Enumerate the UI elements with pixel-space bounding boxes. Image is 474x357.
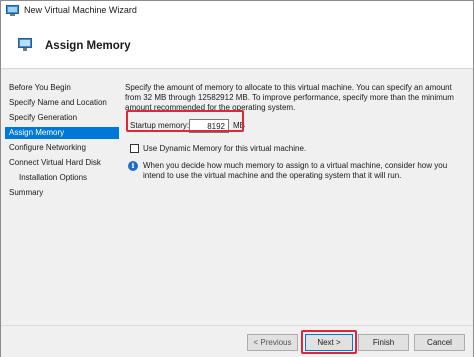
next-button-highlight [301,330,357,354]
title-bar: New Virtual Machine Wizard [1,1,473,21]
nav-item-summary[interactable]: Summary [5,187,119,199]
nav-item-assign-memory[interactable]: Assign Memory [5,127,119,139]
nav-item-connect-virtual-hard-disk[interactable]: Connect Virtual Hard Disk [5,157,119,169]
wizard-body: Before You Begin Specify Name and Locati… [1,69,473,325]
dynamic-memory-label[interactable]: Use Dynamic Memory for this virtual mach… [143,144,306,153]
nav-item-configure-networking[interactable]: Configure Networking [5,142,119,154]
nav-item-specify-name-and-location[interactable]: Specify Name and Location [5,97,119,109]
page-title: Assign Memory [45,40,131,52]
nav-item-before-you-begin[interactable]: Before You Begin [5,82,119,94]
wizard-steps-nav: Before You Begin Specify Name and Locati… [5,77,119,323]
wizard-footer: < Previous Next > Finish Cancel [1,325,473,357]
cancel-button[interactable]: Cancel [414,334,465,351]
hyper-v-monitor-icon [6,5,19,16]
memory-info-text: When you decide how much memory to assig… [143,161,448,180]
memory-description: Specify the amount of memory to allocate… [125,83,454,112]
startup-memory-highlight [126,110,244,132]
nav-item-specify-generation[interactable]: Specify Generation [5,112,119,124]
dynamic-memory-checkbox[interactable] [130,144,139,153]
wizard-window: New Virtual Machine Wizard Assign Memory… [0,0,474,357]
info-icon: i [128,161,138,171]
wizard-header: Assign Memory [1,21,473,69]
nav-item-installation-options[interactable]: Installation Options [5,172,119,184]
memory-monitor-icon [18,38,32,51]
window-title: New Virtual Machine Wizard [24,5,137,15]
finish-button[interactable]: Finish [358,334,409,351]
previous-button[interactable]: < Previous [247,334,298,351]
